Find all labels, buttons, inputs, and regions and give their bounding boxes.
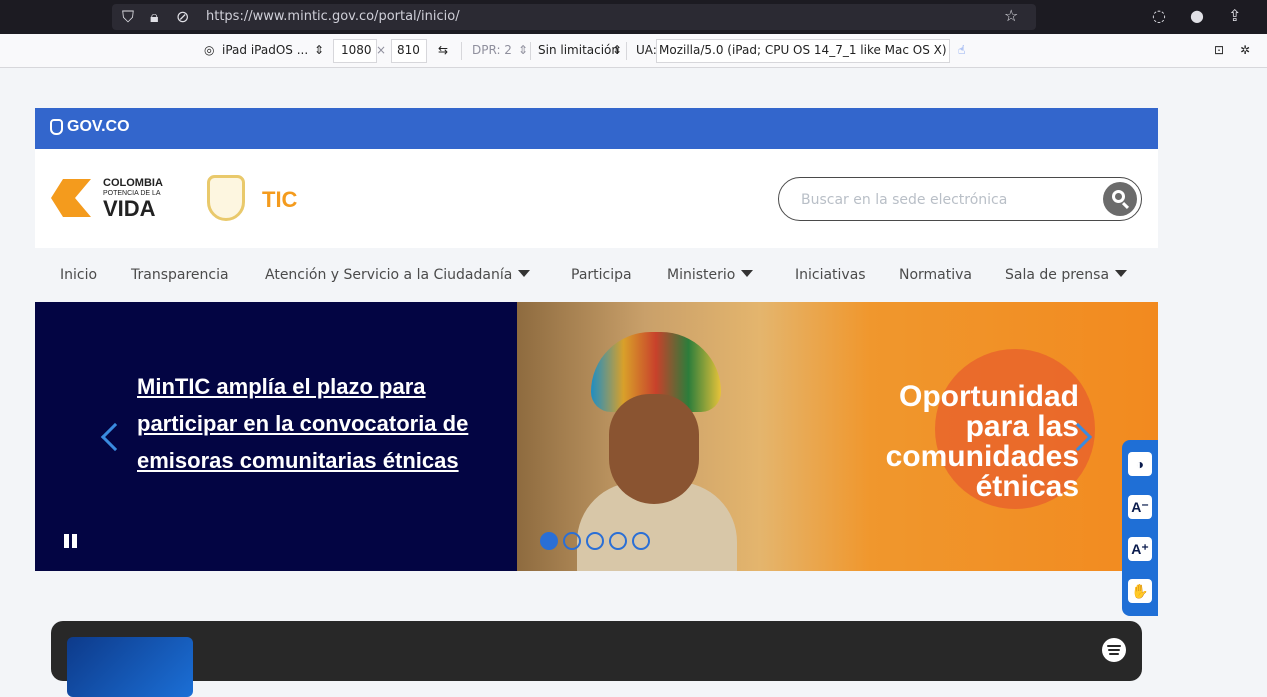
- responsive-design-toolbar: ◎ iPad iPadOS ... ⇕ 1080 × 810 ⇆ DPR: 2 …: [0, 34, 1267, 68]
- url-bar[interactable]: ⛉ 🔒︎ ⊘ https://www.mintic.gov.co/portal/…: [112, 4, 1036, 30]
- nav-label: Ministerio: [667, 267, 736, 283]
- bookmark-star-icon[interactable]: ☆: [1004, 8, 1018, 24]
- nav-label: Normativa: [899, 267, 973, 283]
- hero-title-link[interactable]: MinTIC amplía el plazo para participar e…: [137, 368, 497, 479]
- carousel-dot[interactable]: [586, 532, 604, 550]
- nav-item-participa[interactable]: Participa: [571, 267, 632, 283]
- device-select[interactable]: iPad iPadOS ...: [222, 43, 308, 57]
- throttle-arrow-icon[interactable]: ⇕: [612, 43, 622, 57]
- page: GOV.CO COLOMBIA POTENCIA DE LA VIDA TIC …: [35, 108, 1158, 697]
- spotify-icon[interactable]: [1102, 638, 1126, 662]
- browser-toolbar: ⛉ 🔒︎ ⊘ https://www.mintic.gov.co/portal/…: [0, 0, 1267, 34]
- dpr-arrow-icon[interactable]: ⇕: [518, 43, 528, 57]
- url-text[interactable]: https://www.mintic.gov.co/portal/inicio/: [206, 9, 460, 24]
- width-field[interactable]: 1080: [341, 43, 372, 57]
- permissions-icon[interactable]: ⊘: [176, 9, 189, 25]
- ua-field[interactable]: Mozilla/5.0 (iPad; CPU OS 14_7_1 like Ma…: [659, 43, 947, 57]
- caret-down-icon: [741, 270, 754, 277]
- podcast-player[interactable]: [51, 621, 1142, 697]
- search-icon-handle: [1121, 201, 1130, 210]
- height-field[interactable]: 810: [397, 43, 420, 57]
- nav-label: Atención y Servicio a la Ciudadanía: [265, 267, 513, 283]
- search-input[interactable]: [799, 189, 1089, 211]
- nav-item-iniciativas[interactable]: Iniciativas: [795, 267, 866, 283]
- nav-label: Transparencia: [131, 267, 229, 283]
- nav-item-inicio[interactable]: Inicio: [60, 267, 97, 283]
- nav-label: Iniciativas: [795, 267, 866, 283]
- gov-bar: GOV.CO: [35, 108, 1158, 149]
- touch-simulation-icon[interactable]: ☝: [958, 43, 965, 57]
- carousel-dot[interactable]: [609, 532, 627, 550]
- accessibility-toolbar: ◑ A⁻ A⁺ ✋: [1122, 440, 1158, 616]
- device-select-arrow-icon[interactable]: ⇕: [314, 43, 324, 57]
- nav-label: Participa: [571, 267, 632, 283]
- caption-line: para las: [965, 410, 1079, 443]
- pause-icon[interactable]: [64, 534, 78, 548]
- carousel-dot[interactable]: [563, 532, 581, 550]
- nav-item-atencion[interactable]: Atención y Servicio a la Ciudadanía: [265, 267, 531, 283]
- nav-item-sala-de-prensa[interactable]: Sala de prensa: [1005, 267, 1128, 283]
- coat-of-arms-icon: [207, 175, 245, 221]
- ua-label: UA:: [636, 43, 657, 57]
- logo-mark-icon: [51, 179, 91, 217]
- nav-item-transparencia[interactable]: Transparencia: [131, 267, 229, 283]
- hero-image-caption: Oportunidad para las comunidades étnicas: [847, 382, 1079, 502]
- main-nav: Inicio Transparencia Atención y Servicio…: [35, 248, 1158, 301]
- lock-icon[interactable]: 🔒︎: [150, 9, 159, 25]
- shield-icon[interactable]: ⛉: [122, 9, 134, 25]
- carousel-dot[interactable]: [540, 532, 558, 550]
- contrast-icon[interactable]: ◑: [1128, 452, 1152, 476]
- gov-shield-icon: [50, 119, 63, 135]
- extension-icon[interactable]: ●: [1190, 8, 1204, 24]
- caption-line: étnicas: [975, 470, 1079, 503]
- mintic-logo[interactable]: TIC: [205, 175, 305, 225]
- nav-item-normativa[interactable]: Normativa: [899, 267, 972, 283]
- nav-label: Sala de prensa: [1005, 267, 1110, 283]
- settings-gear-icon[interactable]: ✲: [1240, 43, 1250, 57]
- font-decrease-icon[interactable]: A⁻: [1128, 495, 1152, 519]
- caret-down-icon: [1115, 270, 1128, 277]
- podcast-cover: [67, 637, 193, 697]
- divider: [461, 42, 462, 60]
- font-increase-icon[interactable]: A⁺: [1128, 537, 1152, 561]
- search-button[interactable]: [1103, 182, 1137, 216]
- sign-language-icon[interactable]: ✋: [1128, 579, 1152, 603]
- site-header: COLOMBIA POTENCIA DE LA VIDA TIC: [35, 149, 1158, 248]
- nav-item-ministerio[interactable]: Ministerio: [667, 267, 754, 283]
- caret-down-icon: [518, 270, 531, 277]
- hero-carousel: MinTIC amplía el plazo para participar e…: [35, 302, 1158, 571]
- dpr-select[interactable]: DPR: 2: [472, 43, 512, 57]
- share-icon[interactable]: ⇪: [1228, 8, 1241, 24]
- pocket-icon[interactable]: ◌: [1152, 8, 1166, 24]
- nav-label: Inicio: [60, 267, 98, 283]
- carousel-dot[interactable]: [632, 532, 650, 550]
- times-glyph: ×: [376, 43, 387, 57]
- caption-line: Oportunidad: [899, 380, 1079, 413]
- divider: [626, 42, 627, 60]
- divider: [530, 42, 531, 60]
- rotate-icon[interactable]: ⇆: [438, 43, 448, 57]
- logo-colombia-text: COLOMBIA: [103, 177, 163, 189]
- logo-vida-text: VIDA: [103, 196, 156, 221]
- device-icon: ◎: [204, 43, 215, 57]
- colombia-potencia-logo[interactable]: COLOMBIA POTENCIA DE LA VIDA: [51, 175, 171, 225]
- caption-line: comunidades: [885, 440, 1079, 473]
- search-box: [778, 177, 1142, 221]
- throttle-select[interactable]: Sin limitación: [538, 43, 619, 57]
- hero-image: Oportunidad para las comunidades étnicas: [517, 302, 1158, 571]
- screenshot-icon[interactable]: ⊡: [1214, 43, 1224, 57]
- gov-label[interactable]: GOV.CO: [67, 118, 130, 136]
- logo-tic-text: TIC: [262, 187, 298, 212]
